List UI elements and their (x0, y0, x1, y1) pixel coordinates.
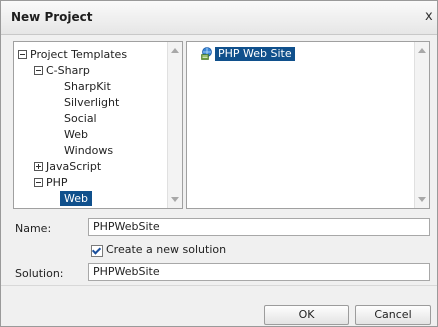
templates-list[interactable]: PHP Web Site (186, 41, 430, 209)
tree-node-silverlight[interactable]: Silverlight (64, 95, 119, 110)
tree-node-sharpkit[interactable]: SharpKit (64, 79, 111, 94)
scroll-down-icon[interactable] (418, 197, 426, 202)
php-web-site-icon (201, 47, 212, 60)
tree-node-web[interactable]: Web (64, 127, 88, 142)
scroll-up-icon[interactable] (171, 48, 179, 53)
solution-input[interactable]: PHPWebSite (88, 263, 430, 281)
scroll-up-icon[interactable] (418, 48, 426, 53)
list-scrollbar[interactable] (414, 42, 429, 208)
tree-node-label: PHP (46, 176, 68, 189)
tree-node-social[interactable]: Social (64, 111, 97, 126)
collapse-icon[interactable] (34, 66, 43, 75)
collapse-icon[interactable] (18, 50, 27, 59)
project-templates-tree[interactable]: Project Templates C-Sharp SharpKit Silve… (13, 41, 183, 209)
cancel-button[interactable]: Cancel (355, 305, 431, 325)
collapse-icon[interactable] (34, 178, 43, 187)
title-bar[interactable]: New Project x (1, 1, 437, 35)
name-input[interactable]: PHPWebSite (88, 218, 430, 236)
close-icon[interactable]: x (425, 9, 433, 24)
ok-button[interactable]: OK (264, 305, 349, 325)
new-project-dialog: New Project x Project Templates C-Sharp … (0, 0, 438, 327)
expand-icon[interactable] (34, 162, 43, 171)
scroll-down-icon[interactable] (171, 197, 179, 202)
tree-scrollbar[interactable] (167, 42, 182, 208)
create-solution-label: Create a new solution (106, 243, 227, 256)
create-solution-checkbox[interactable] (91, 245, 103, 257)
tree-node-label: C-Sharp (46, 64, 90, 77)
tree-node-windows[interactable]: Windows (64, 143, 113, 158)
name-label: Name: (15, 222, 52, 235)
tree-node-label: Project Templates (30, 48, 128, 61)
dialog-title: New Project (11, 10, 93, 24)
tree-node-php-web-selected[interactable]: Web (60, 191, 92, 206)
list-item-label: PHP Web Site (215, 47, 295, 61)
solution-label: Solution: (15, 267, 64, 280)
button-separator (1, 285, 437, 286)
tree-node-label: JavaScript (46, 160, 102, 173)
